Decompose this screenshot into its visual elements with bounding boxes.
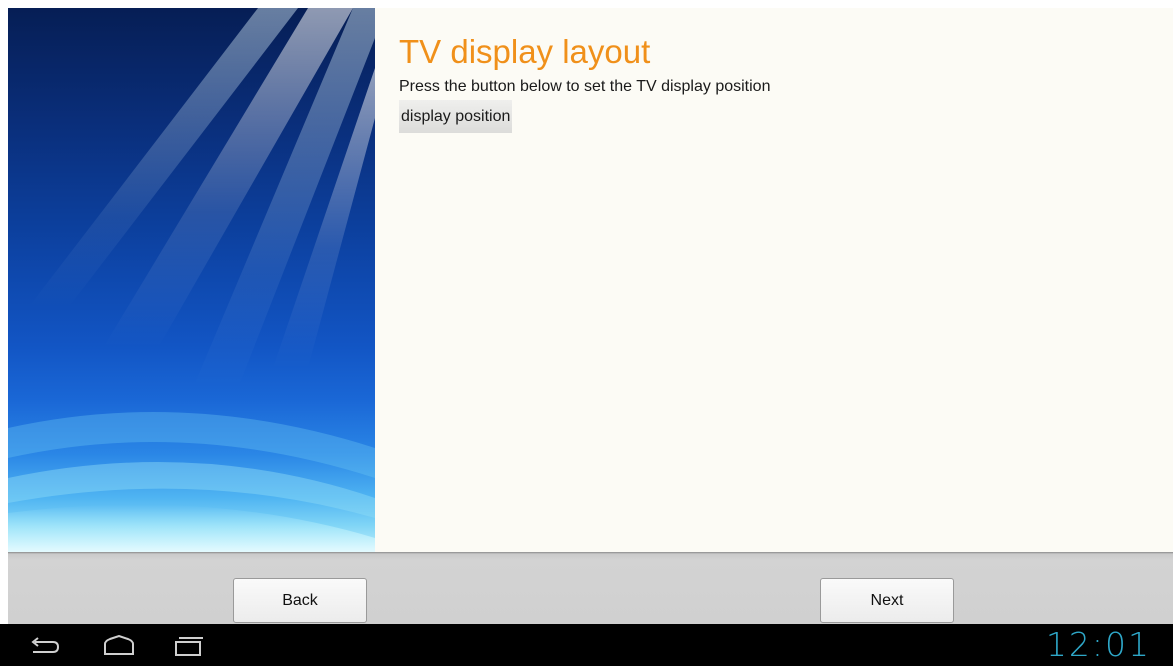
recent-apps-icon[interactable] [172,635,206,657]
back-button[interactable]: Back [233,578,367,623]
status-clock: 12:01 [1045,625,1151,664]
setup-screen: TV display layout Press the button below… [0,0,1173,666]
display-position-button[interactable]: display position [399,100,513,133]
home-icon[interactable] [102,634,136,657]
page-title: TV display layout [399,33,651,70]
back-icon[interactable] [27,635,61,657]
light-rays-graphic [8,8,375,552]
wizard-button-bar: Back Next [8,552,1173,624]
system-navigation-bar: 12:01 [0,624,1173,666]
decorative-wallpaper-panel [8,8,375,552]
content-pane: TV display layout Press the button below… [375,8,1173,552]
instruction-text: Press the button below to set the TV dis… [399,78,771,95]
next-button[interactable]: Next [820,578,954,623]
